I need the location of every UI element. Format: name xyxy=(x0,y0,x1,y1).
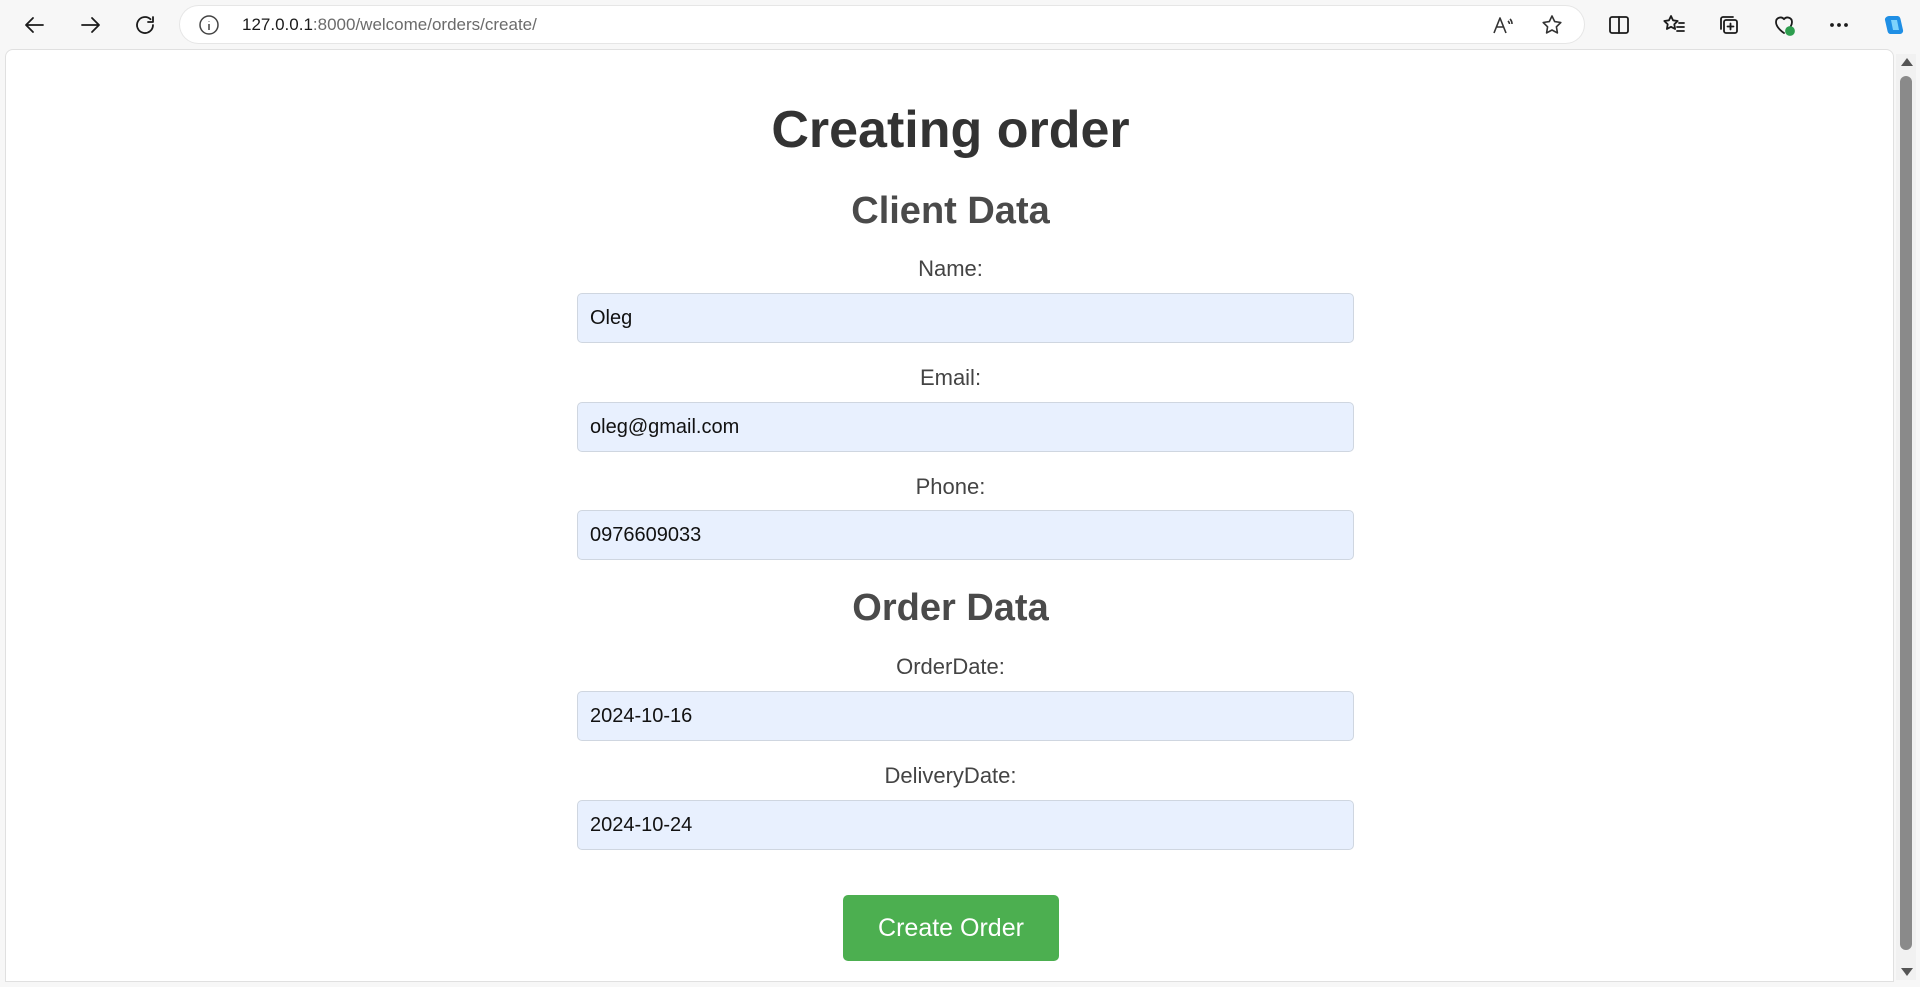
forward-arrow-icon xyxy=(81,17,100,33)
url-text[interactable]: 127.0.0.1:8000/welcome/orders/create/ xyxy=(242,15,537,35)
forward-button[interactable] xyxy=(72,8,108,42)
favorite-star-icon[interactable] xyxy=(1540,13,1564,37)
url-host: 127.0.0.1 xyxy=(242,15,313,34)
order-date-input[interactable] xyxy=(577,691,1354,741)
scroll-up-arrow-icon[interactable] xyxy=(1901,58,1913,66)
refresh-button[interactable] xyxy=(127,8,163,42)
delivery-date-input[interactable] xyxy=(577,800,1354,850)
address-bar[interactable]: 127.0.0.1:8000/welcome/orders/create/ xyxy=(180,6,1584,43)
split-screen-icon xyxy=(1609,16,1629,34)
back-arrow-icon xyxy=(25,17,44,33)
email-label: Email: xyxy=(919,365,982,390)
order-date-label: OrderDate: xyxy=(896,654,1005,679)
page-scrollbar[interactable] xyxy=(1896,54,1916,980)
order-data-heading: Order Data xyxy=(852,587,1049,629)
copilot-icon xyxy=(1884,16,1904,34)
name-label: Name: xyxy=(918,256,983,281)
favorites-button[interactable] xyxy=(1656,8,1692,42)
more-options-icon xyxy=(1830,23,1848,27)
order-form: Creating order Client Data Name: Email: … xyxy=(6,50,1893,981)
info-icon[interactable] xyxy=(198,14,220,36)
create-order-button[interactable]: Create Order xyxy=(843,895,1059,961)
browser-essentials-icon xyxy=(1775,16,1795,36)
client-data-heading: Client Data xyxy=(851,190,1050,232)
scrollbar-thumb[interactable] xyxy=(1900,76,1912,950)
url-path: :8000/welcome/orders/create/ xyxy=(312,15,537,34)
collections-icon xyxy=(1720,16,1738,34)
back-button[interactable] xyxy=(17,8,53,42)
scroll-down-arrow-icon[interactable] xyxy=(1901,968,1913,976)
favorites-list-icon xyxy=(1663,15,1685,32)
phone-input[interactable] xyxy=(577,510,1354,560)
read-aloud-icon[interactable] xyxy=(1490,13,1514,37)
page-title: Creating order xyxy=(771,101,1130,159)
refresh-icon xyxy=(136,16,154,34)
split-screen-button[interactable] xyxy=(1601,8,1637,42)
email-input[interactable] xyxy=(577,402,1354,452)
name-input[interactable] xyxy=(577,293,1354,343)
collections-button[interactable] xyxy=(1711,8,1747,42)
page-viewport: Creating order Client Data Name: Email: … xyxy=(5,49,1894,982)
copilot-button[interactable] xyxy=(1876,8,1912,42)
more-options-button[interactable] xyxy=(1821,8,1857,42)
phone-label: Phone: xyxy=(915,474,986,499)
browser-toolbar: 127.0.0.1:8000/welcome/orders/create/ xyxy=(0,0,1920,49)
browser-essentials-button[interactable] xyxy=(1766,8,1802,42)
delivery-date-label: DeliveryDate: xyxy=(884,763,1017,788)
